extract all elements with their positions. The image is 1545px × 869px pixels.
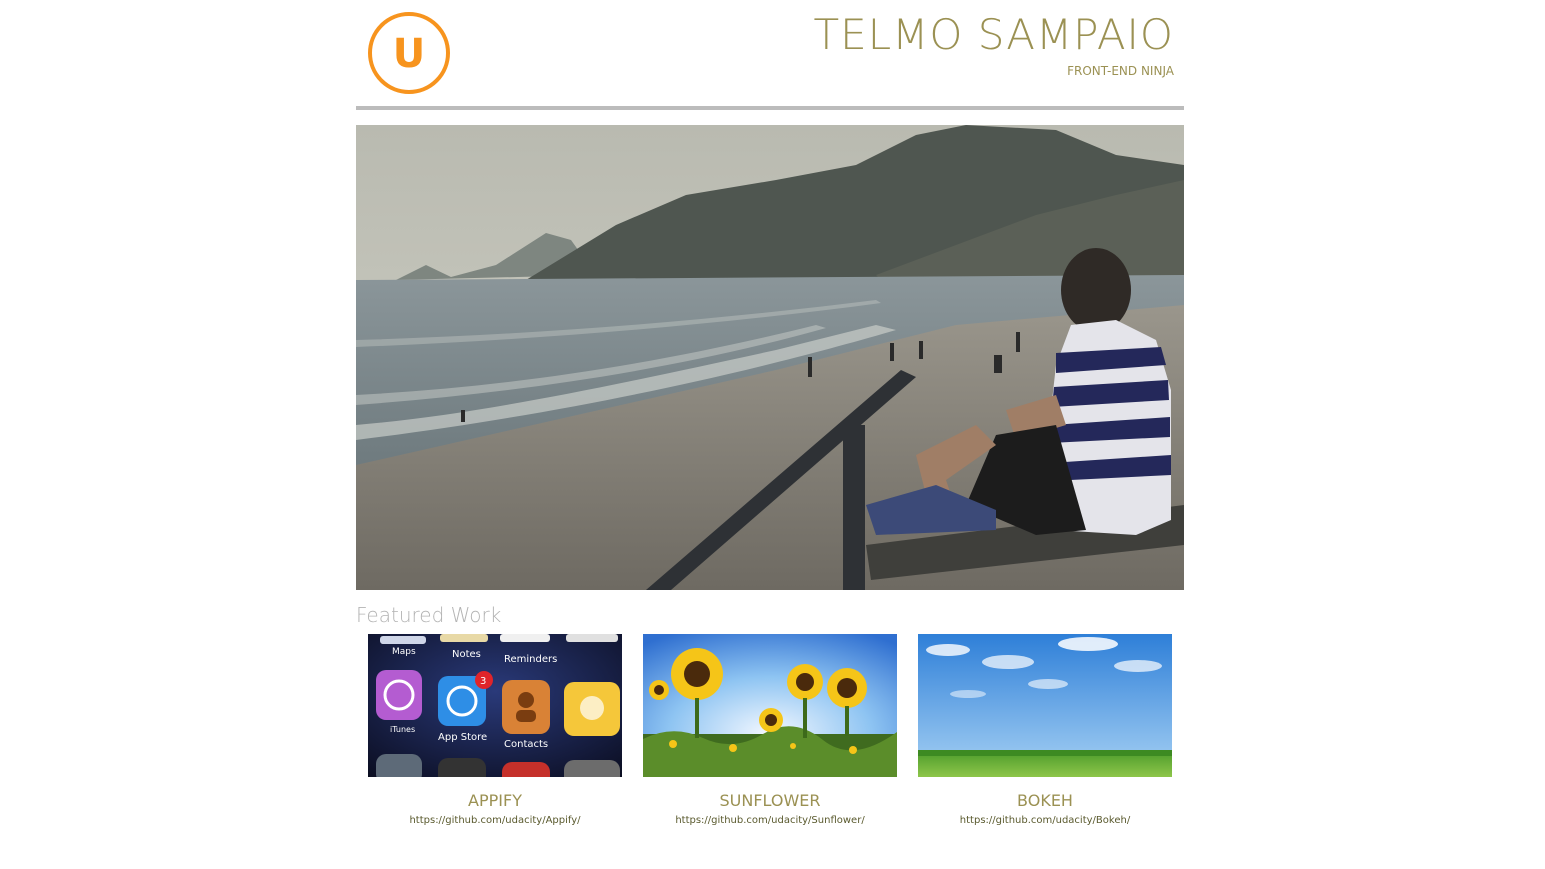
udacity-logo[interactable]: U — [368, 12, 450, 94]
sunflower-thumbnail[interactable] — [643, 634, 897, 777]
project-card-bokeh: BOKEH https://github.com/udacity/Bokeh/ — [918, 634, 1172, 828]
project-card-sunflower: SUNFLOWER https://github.com/udacity/Sun… — [643, 634, 897, 828]
appify-thumbnail[interactable]: Maps Notes Reminders iTunes 3 App Store … — [368, 634, 622, 777]
app-badge: 3 — [480, 676, 486, 687]
meadow-photo — [918, 634, 1172, 777]
page-title: TELMO SAMPAIO — [813, 10, 1174, 59]
featured-work-heading: Featured Work — [356, 603, 502, 627]
maps-label: Maps — [392, 647, 416, 657]
contacts-label: Contacts — [504, 739, 548, 750]
reminders-label: Reminders — [504, 654, 557, 665]
project-link-appify[interactable]: https://github.com/udacity/Appify/ — [368, 814, 622, 828]
project-title-bokeh: BOKEH — [1017, 791, 1073, 810]
project-link-sunflower[interactable]: https://github.com/udacity/Sunflower/ — [643, 814, 897, 828]
bokeh-thumbnail[interactable] — [918, 634, 1172, 777]
page: U TELMO SAMPAIO FRONT-END NINJA Featured… — [0, 0, 1545, 869]
hero-image — [356, 125, 1184, 590]
project-title-appify: APPIFY — [468, 791, 522, 810]
project-link-bokeh[interactable]: https://github.com/udacity/Bokeh/ — [918, 814, 1172, 828]
app-icons-photo: Maps Notes Reminders iTunes 3 App Store … — [368, 634, 622, 777]
itunes-label: iTunes — [390, 725, 415, 734]
beach-photo — [356, 125, 1184, 590]
logo-letter: U — [392, 31, 426, 77]
notes-label: Notes — [452, 649, 481, 660]
app-store-label: App Store — [438, 732, 487, 743]
page-subtitle: FRONT-END NINJA — [1067, 64, 1174, 78]
sunflower-photo — [643, 634, 897, 777]
header-divider — [356, 106, 1184, 110]
project-card-appify: Maps Notes Reminders iTunes 3 App Store … — [368, 634, 622, 828]
project-title-sunflower: SUNFLOWER — [719, 791, 821, 810]
